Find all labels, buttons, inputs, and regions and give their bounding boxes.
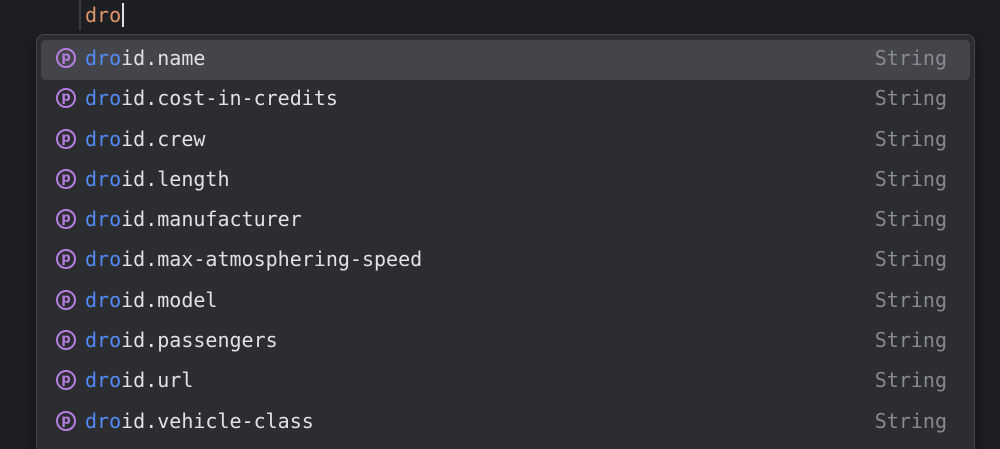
match-highlight: dro xyxy=(85,287,122,312)
completion-type: String xyxy=(874,328,947,353)
completion-item[interactable]: p droid.model String xyxy=(41,282,970,322)
completion-item[interactable]: p droid.manufacturer String xyxy=(41,201,970,241)
text-caret xyxy=(122,3,125,27)
completion-label: droid.model xyxy=(85,288,217,312)
completion-label: droid.max-atmosphering-speed xyxy=(85,247,422,271)
match-highlight: dro xyxy=(85,247,122,272)
completion-type: String xyxy=(874,247,947,272)
completion-label-rest: id.cost-in-credits xyxy=(121,86,338,111)
typed-text: dro xyxy=(85,3,122,27)
completion-type: String xyxy=(874,166,947,191)
completion-label-rest: id.vehicle-class xyxy=(121,408,314,433)
editor-input[interactable]: dro xyxy=(85,3,125,27)
completion-type: String xyxy=(874,287,947,312)
completion-label: droid.vehicle-class xyxy=(85,409,314,433)
completion-label-rest: id.length xyxy=(121,166,230,191)
gutter-divider xyxy=(79,0,81,30)
match-highlight: dro xyxy=(85,126,122,151)
property-icon: p xyxy=(56,330,76,351)
match-highlight: dro xyxy=(85,328,122,353)
match-highlight: dro xyxy=(85,86,122,111)
completion-label-rest: id.max-atmosphering-speed xyxy=(121,247,423,272)
property-icon: p xyxy=(56,128,76,149)
completion-label: droid.name xyxy=(85,46,205,70)
match-highlight: dro xyxy=(85,166,122,191)
property-icon: p xyxy=(56,209,76,230)
completion-label-rest: id.manufacturer xyxy=(121,207,302,232)
completion-label: droid.length xyxy=(85,167,230,191)
property-icon: p xyxy=(56,249,76,270)
match-highlight: dro xyxy=(85,207,122,232)
completion-label-rest: id.name xyxy=(121,46,206,70)
completion-popup: p droid.name String p droid.cost-in-cred… xyxy=(36,34,975,449)
match-highlight: dro xyxy=(85,408,122,433)
property-icon: p xyxy=(56,88,76,109)
completion-type: String xyxy=(874,408,947,433)
property-icon: p xyxy=(56,289,76,310)
completion-item[interactable]: p droid.url String xyxy=(41,362,970,402)
match-highlight: dro xyxy=(85,46,122,70)
completion-label-rest: id.passengers xyxy=(121,328,278,353)
property-icon: p xyxy=(56,168,76,189)
completion-item[interactable]: p droid.length String xyxy=(41,161,970,201)
property-icon: p xyxy=(56,370,76,391)
completion-label: droid.crew xyxy=(85,127,205,151)
completion-item[interactable]: p droid.crew String xyxy=(41,121,970,161)
completion-item[interactable]: p droid.vehicle-class String xyxy=(41,403,970,443)
completion-label: droid.manufacturer xyxy=(85,207,302,231)
completion-label: droid.url xyxy=(85,368,193,392)
completion-label-rest: id.url xyxy=(121,368,194,393)
completion-label: droid.passengers xyxy=(85,328,278,352)
completion-type: String xyxy=(874,86,947,111)
completion-item[interactable]: p droid.cost-in-credits String xyxy=(41,80,970,120)
property-icon: p xyxy=(56,48,76,68)
completion-item[interactable]: p droid.max-atmosphering-speed String xyxy=(41,241,970,281)
completion-type: String xyxy=(874,46,947,70)
completion-label: droid.cost-in-credits xyxy=(85,86,338,110)
editor-line[interactable]: dro xyxy=(0,0,1000,32)
completion-type: String xyxy=(874,126,947,151)
completion-type: String xyxy=(874,207,947,232)
property-icon: p xyxy=(56,410,76,431)
completion-item[interactable]: p droid.passengers String xyxy=(41,322,970,362)
completion-type: String xyxy=(874,368,947,393)
completion-list: p droid.name String p droid.cost-in-cred… xyxy=(37,40,974,443)
completion-label-rest: id.model xyxy=(121,287,218,312)
match-highlight: dro xyxy=(85,368,122,393)
completion-item[interactable]: p droid.name String xyxy=(41,40,970,81)
completion-label-rest: id.crew xyxy=(121,126,206,151)
